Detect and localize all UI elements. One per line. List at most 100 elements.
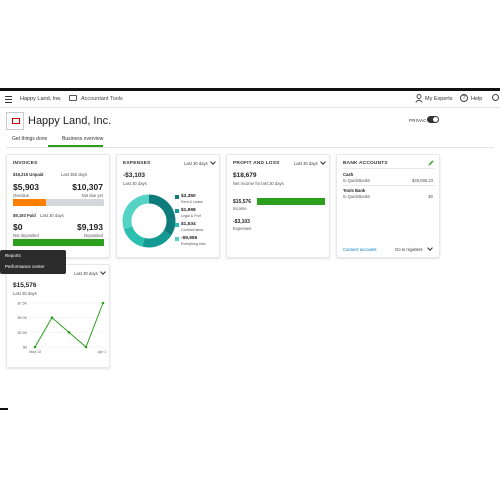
- expenses-period-label: Last 30 days: [123, 181, 147, 186]
- top-black-strip: [0, 88, 500, 91]
- income-label: Income: [233, 206, 247, 211]
- notdue-bar[interactable]: [46, 199, 104, 206]
- y-tick-label: $0: [23, 346, 27, 350]
- unpaid-amount: $16,215 Unpaid: [13, 172, 44, 177]
- legend-swatch: [175, 209, 179, 213]
- bank-accounts-card[interactable]: BANK ACCOUNTS Cash In QuickBooks $49,095…: [336, 154, 440, 258]
- sales-period-label: Last 30 days: [13, 291, 37, 296]
- paid-period: Last 30 days: [40, 213, 64, 218]
- menu-item-performance-center[interactable]: Performance center: [5, 264, 45, 269]
- tab-divider: [6, 147, 494, 148]
- overdue-value: $5,903: [13, 182, 39, 192]
- sales-total: $15,576: [13, 282, 37, 289]
- expenses-donut[interactable]: [121, 193, 177, 249]
- paid-amount: $9,193 Paid: [13, 213, 36, 218]
- legend-value: -$9,955: [181, 236, 198, 241]
- expenses-label: Expenses: [233, 226, 252, 231]
- bank-account-amount: $49,095.23: [412, 178, 433, 183]
- data-point[interactable]: [101, 301, 105, 305]
- invoices-card[interactable]: INVOICES $16,215 Unpaid Last 365 days $5…: [6, 154, 110, 258]
- menu-icon[interactable]: [5, 96, 12, 103]
- data-point[interactable]: [67, 331, 71, 334]
- card-title: EXPENSES: [123, 161, 151, 166]
- legend-swatch: [175, 237, 179, 241]
- legend-label: Legal & Prof: [181, 214, 201, 218]
- deposited-label: Deposited: [84, 233, 103, 238]
- sales-series-line: [34, 302, 104, 348]
- company-switcher[interactable]: Happy Land, Inc.: [20, 96, 62, 102]
- unpaid-period: Last 365 days: [61, 172, 88, 177]
- bank-account-sub: In QuickBooks: [343, 194, 370, 199]
- bank-account-amount: $0: [428, 194, 433, 199]
- person-icon[interactable]: [415, 94, 423, 103]
- top-nav: Happy Land, Inc. ⌄ Accountant Tools My E…: [0, 92, 500, 108]
- card-title: PROFIT AND LOSS: [233, 161, 280, 166]
- notdep-value: $0: [13, 222, 23, 232]
- donut-slice[interactable]: [123, 226, 145, 247]
- net-income-label: Net income for last 30 days: [233, 181, 284, 186]
- help-icon[interactable]: ?: [460, 94, 468, 102]
- y-tick-label: $5.0K: [18, 316, 28, 320]
- legend-swatch: [175, 223, 179, 227]
- go-to-registers[interactable]: Go to registers: [395, 247, 422, 252]
- chevron-down-icon[interactable]: [210, 159, 216, 165]
- expenses-card[interactable]: EXPENSES Last 30 days -$3,103 Last 30 da…: [116, 154, 220, 258]
- y-tick-label: $2.5K: [18, 331, 28, 335]
- chevron-down-icon[interactable]: ⌄: [57, 95, 61, 101]
- net-income: $18,679: [233, 172, 257, 179]
- profit-loss-card[interactable]: PROFIT AND LOSS Last 30 days $18,679 Net…: [226, 154, 330, 258]
- tab-business-overview[interactable]: Business overview: [62, 136, 103, 142]
- help-link[interactable]: Help: [471, 96, 482, 102]
- income-bar[interactable]: [257, 198, 325, 205]
- overdue-bar[interactable]: [13, 199, 46, 206]
- period-selector[interactable]: Last 30 days: [184, 161, 208, 166]
- reports-menu: Reports Performance center: [0, 250, 66, 274]
- search-icon[interactable]: [492, 94, 499, 101]
- card-title: BANK ACCOUNTS: [343, 161, 388, 166]
- briefcase-icon[interactable]: [69, 95, 77, 101]
- deposited-value: $9,193: [77, 222, 103, 232]
- period-selector[interactable]: Last 30 days: [294, 161, 318, 166]
- donut-slice[interactable]: [148, 194, 176, 236]
- sales-card[interactable]: Last 30 days $15,576 Last 30 days $7.5K $…: [6, 264, 110, 368]
- expenses-value: -$3,103: [233, 219, 250, 225]
- bank-account-sub: In QuickBooks: [343, 178, 370, 183]
- chevron-down-icon[interactable]: [100, 269, 106, 275]
- card-title: INVOICES: [13, 161, 38, 166]
- income-value: $15,576: [233, 199, 252, 205]
- period-selector[interactable]: Last 30 days: [74, 271, 98, 276]
- data-point[interactable]: [33, 345, 37, 349]
- donut-slice[interactable]: [142, 230, 172, 248]
- notdue-value: $10,307: [72, 182, 103, 192]
- legend-label: Rent & Lease: [181, 200, 203, 204]
- legend-value: $3,350: [181, 194, 196, 199]
- pencil-icon[interactable]: [428, 160, 434, 166]
- page-title: Happy Land, Inc.: [28, 115, 112, 127]
- data-point[interactable]: [50, 316, 54, 319]
- deposited-bar[interactable]: [13, 239, 104, 246]
- my-experts-link[interactable]: My Experts: [425, 96, 453, 102]
- legend-swatch: [175, 195, 179, 199]
- donut-slice[interactable]: [122, 194, 150, 230]
- legend-label: Everything else: [181, 242, 206, 246]
- bank-account-name[interactable]: Tools Bank: [343, 188, 365, 193]
- tab-get-things-done[interactable]: Get things done: [12, 136, 47, 142]
- y-tick-label: $7.5K: [18, 302, 28, 306]
- menu-item-reports[interactable]: Reports: [5, 253, 21, 258]
- legend-label: Contract labor: [181, 228, 204, 232]
- x-tick-label: May 18: [29, 350, 41, 354]
- footer-mark: [0, 408, 8, 410]
- accountant-tools-link[interactable]: Accountant Tools: [81, 96, 123, 102]
- privacy-toggle[interactable]: [427, 116, 439, 123]
- notdue-label: Not due yet: [81, 193, 103, 198]
- expenses-total: -$3,103: [123, 172, 146, 179]
- company-logo: [6, 112, 24, 130]
- connect-accounts-link[interactable]: Connect accounts: [343, 247, 377, 252]
- bank-account-name[interactable]: Cash: [343, 172, 353, 177]
- chevron-down-icon[interactable]: [320, 159, 326, 165]
- x-tick-label: Apr 17: [98, 350, 107, 354]
- data-point[interactable]: [84, 345, 88, 349]
- sales-line-chart[interactable]: $7.5K $5.0K $2.5K $0May 18 Apr 17: [9, 297, 107, 363]
- legend-value: $1,998: [181, 208, 196, 213]
- chevron-down-icon[interactable]: [427, 245, 433, 251]
